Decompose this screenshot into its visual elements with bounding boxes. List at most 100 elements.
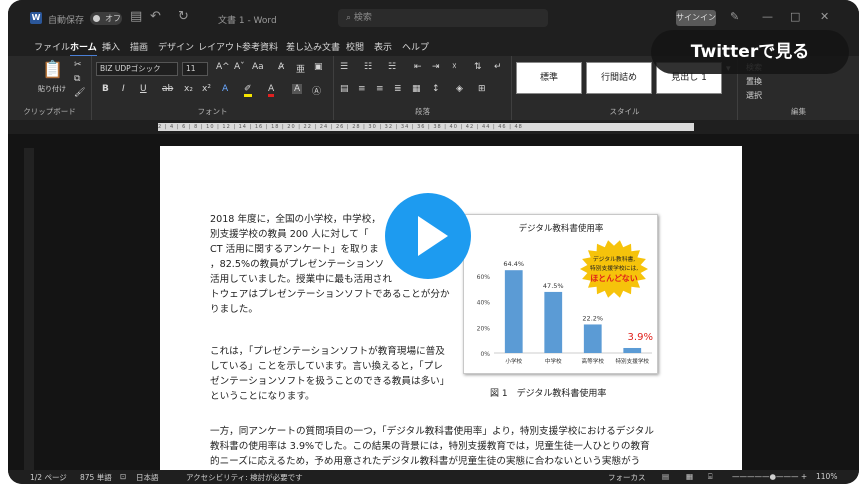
- tab-mailings[interactable]: 差し込み文書: [286, 40, 340, 53]
- select-button[interactable]: 選択: [746, 90, 762, 101]
- text-line: ゼンテーションソフトを扱うことのできる教員は多い」: [210, 376, 450, 387]
- text-effects-icon[interactable]: A: [222, 84, 228, 94]
- sort-icon[interactable]: ⇅: [474, 62, 482, 72]
- strikethrough-button[interactable]: ab: [162, 84, 173, 94]
- phonetic-icon[interactable]: 亜: [296, 62, 305, 75]
- font-color-icon[interactable]: A: [268, 84, 275, 97]
- highlight-icon[interactable]: ✐: [244, 84, 252, 97]
- cut-icon[interactable]: ✂: [74, 60, 82, 70]
- autosave-toggle[interactable]: オフ: [90, 12, 122, 25]
- borders-icon[interactable]: ⊞: [478, 84, 486, 94]
- autosave-state: オフ: [105, 14, 121, 23]
- zoom-level[interactable]: 110%: [816, 472, 837, 481]
- horizontal-ruler[interactable]: 2 | 4 | 6 | 8 | 10 | 12 | 14 | 16 | 18 |…: [8, 120, 859, 134]
- save-icon[interactable]: ▤: [130, 9, 142, 24]
- subscript-button[interactable]: x₂: [184, 84, 193, 94]
- italic-button[interactable]: I: [122, 84, 125, 94]
- bold-button[interactable]: B: [102, 84, 109, 94]
- play-button[interactable]: [385, 193, 471, 279]
- data-label-0: 64.4%: [503, 260, 524, 268]
- print-layout-icon[interactable]: ▦: [686, 472, 693, 481]
- search-box[interactable]: ⌕ 検索: [338, 9, 548, 27]
- shading-icon[interactable]: ◈: [456, 84, 463, 94]
- read-mode-icon[interactable]: ▤: [662, 472, 669, 481]
- styles-group-label: スタイル: [609, 107, 640, 116]
- word-count[interactable]: 875 単語: [80, 472, 112, 483]
- close-button[interactable]: ✕: [820, 10, 829, 23]
- text-line: りました。: [210, 304, 258, 315]
- tab-references[interactable]: 参考資料: [242, 40, 278, 53]
- text-line: している」ことを示しています。言い換えると，「プレ: [210, 361, 443, 372]
- video-frame[interactable]: W 自動保存 オフ ▤ ↶ ↻ 文書 1 - Word ⌕ 検索 サインイン ✎…: [8, 0, 859, 484]
- char-shading-icon[interactable]: A: [292, 84, 303, 94]
- accessibility-status[interactable]: アクセシビリティ: 検討が必要です: [186, 472, 303, 483]
- paragraph-group: ☰ ☷ ☵ ⇤ ⇥ ☓ ⇅ ↵ ▤ ≡ ≡ ≣ ▦ ↕ ◈ ⊞ 段落: [334, 56, 512, 120]
- replace-button[interactable]: 置換: [746, 76, 762, 87]
- signin-button[interactable]: サインイン: [676, 10, 716, 26]
- tab-help[interactable]: ヘルプ: [402, 40, 429, 53]
- align-left-icon[interactable]: ▤: [340, 84, 349, 94]
- style-normal[interactable]: 標準: [516, 62, 582, 94]
- category-label-1: 中学校: [545, 357, 562, 365]
- zoom-slider[interactable]: —————●——— +: [732, 472, 807, 481]
- shrink-font-button[interactable]: Aˇ: [234, 62, 245, 72]
- language[interactable]: 日本語: [136, 472, 159, 483]
- enclose-char-icon[interactable]: Ⓐ: [312, 84, 321, 97]
- asian-layout-icon[interactable]: ☓: [452, 62, 457, 72]
- tab-layout[interactable]: レイアウト: [198, 40, 243, 53]
- format-painter-icon[interactable]: 🖌: [74, 88, 85, 98]
- show-marks-icon[interactable]: ↵: [494, 62, 502, 72]
- y-tick-label: 0%: [480, 351, 490, 358]
- font-size-select[interactable]: 11: [182, 62, 208, 76]
- align-center-icon[interactable]: ≡: [358, 84, 366, 94]
- decrease-indent-icon[interactable]: ⇤: [414, 62, 422, 72]
- web-layout-icon[interactable]: ⌸: [708, 472, 713, 482]
- numbering-icon[interactable]: ☷: [364, 62, 372, 72]
- redo-icon[interactable]: ↻: [178, 9, 189, 24]
- line-spacing-icon[interactable]: ↕: [432, 84, 440, 94]
- undo-icon[interactable]: ↶: [150, 9, 161, 24]
- grow-font-button[interactable]: A^: [216, 62, 230, 72]
- word-app-icon: W: [30, 12, 42, 24]
- superscript-button[interactable]: x²: [202, 84, 211, 94]
- clipboard-group: 📋 貼り付け ✂ ⧉ 🖌 クリップボード: [8, 56, 92, 120]
- font-name-select[interactable]: BIZ UDPゴシック: [96, 62, 178, 76]
- paste-icon[interactable]: 📋: [42, 60, 63, 80]
- multilevel-icon[interactable]: ☵: [388, 62, 396, 72]
- maximize-button[interactable]: □: [790, 10, 800, 23]
- chart-figure[interactable]: デジタル教科書使用率 0% 20% 40% 60% 64.4% 小学校 47.5% 中学校 22.…: [463, 214, 658, 374]
- underline-button[interactable]: U: [140, 84, 147, 94]
- bar-1: [544, 291, 563, 353]
- figure-caption: 図 1 デジタル教科書使用率: [490, 389, 607, 399]
- focus-button[interactable]: フォーカス: [608, 472, 646, 483]
- twitter-view-button[interactable]: Twitterで見る: [651, 30, 849, 74]
- minimize-button[interactable]: —: [762, 10, 773, 23]
- tab-insert[interactable]: 挿入: [102, 40, 120, 53]
- tab-view[interactable]: 表示: [374, 40, 392, 53]
- char-border-icon[interactable]: ▣: [314, 62, 323, 72]
- style-no-spacing[interactable]: 行間詰め: [586, 62, 652, 94]
- change-case-button[interactable]: Aa: [252, 62, 264, 72]
- align-right-icon[interactable]: ≡: [376, 84, 384, 94]
- clear-format-icon[interactable]: A̷: [278, 62, 284, 72]
- tab-draw[interactable]: 描画: [130, 40, 148, 53]
- proofing-icon[interactable]: ⊡: [120, 472, 126, 481]
- paragraph-2: これは，「プレゼンテーションソフトが教育現場に普及 している」ことを示しています…: [210, 344, 449, 404]
- vertical-ruler[interactable]: [24, 148, 34, 470]
- bar-2: [583, 324, 602, 353]
- tab-file[interactable]: ファイル: [34, 40, 70, 53]
- clipboard-group-label: クリップボード: [23, 107, 76, 116]
- pen-icon[interactable]: ✎: [730, 10, 739, 23]
- tab-home[interactable]: ホーム: [70, 40, 97, 57]
- tab-review[interactable]: 校閲: [346, 40, 364, 53]
- tab-design[interactable]: デザイン: [158, 40, 194, 53]
- justify-icon[interactable]: ≣: [394, 84, 402, 94]
- page-count[interactable]: 1/2 ページ: [30, 472, 67, 483]
- document-page[interactable]: 2018 年度に，全国の小学校，中学校， 別支援学校の教員 200 人に対して「…: [160, 146, 742, 470]
- status-bar: 1/2 ページ 875 単語 ⊡ 日本語 アクセシビリティ: 検討が必要です フ…: [8, 470, 859, 484]
- copy-icon[interactable]: ⧉: [74, 74, 80, 84]
- bullets-icon[interactable]: ☰: [340, 62, 348, 72]
- distribute-icon[interactable]: ▦: [412, 84, 421, 94]
- increase-indent-icon[interactable]: ⇥: [432, 62, 440, 72]
- paste-label[interactable]: 貼り付け: [38, 84, 66, 94]
